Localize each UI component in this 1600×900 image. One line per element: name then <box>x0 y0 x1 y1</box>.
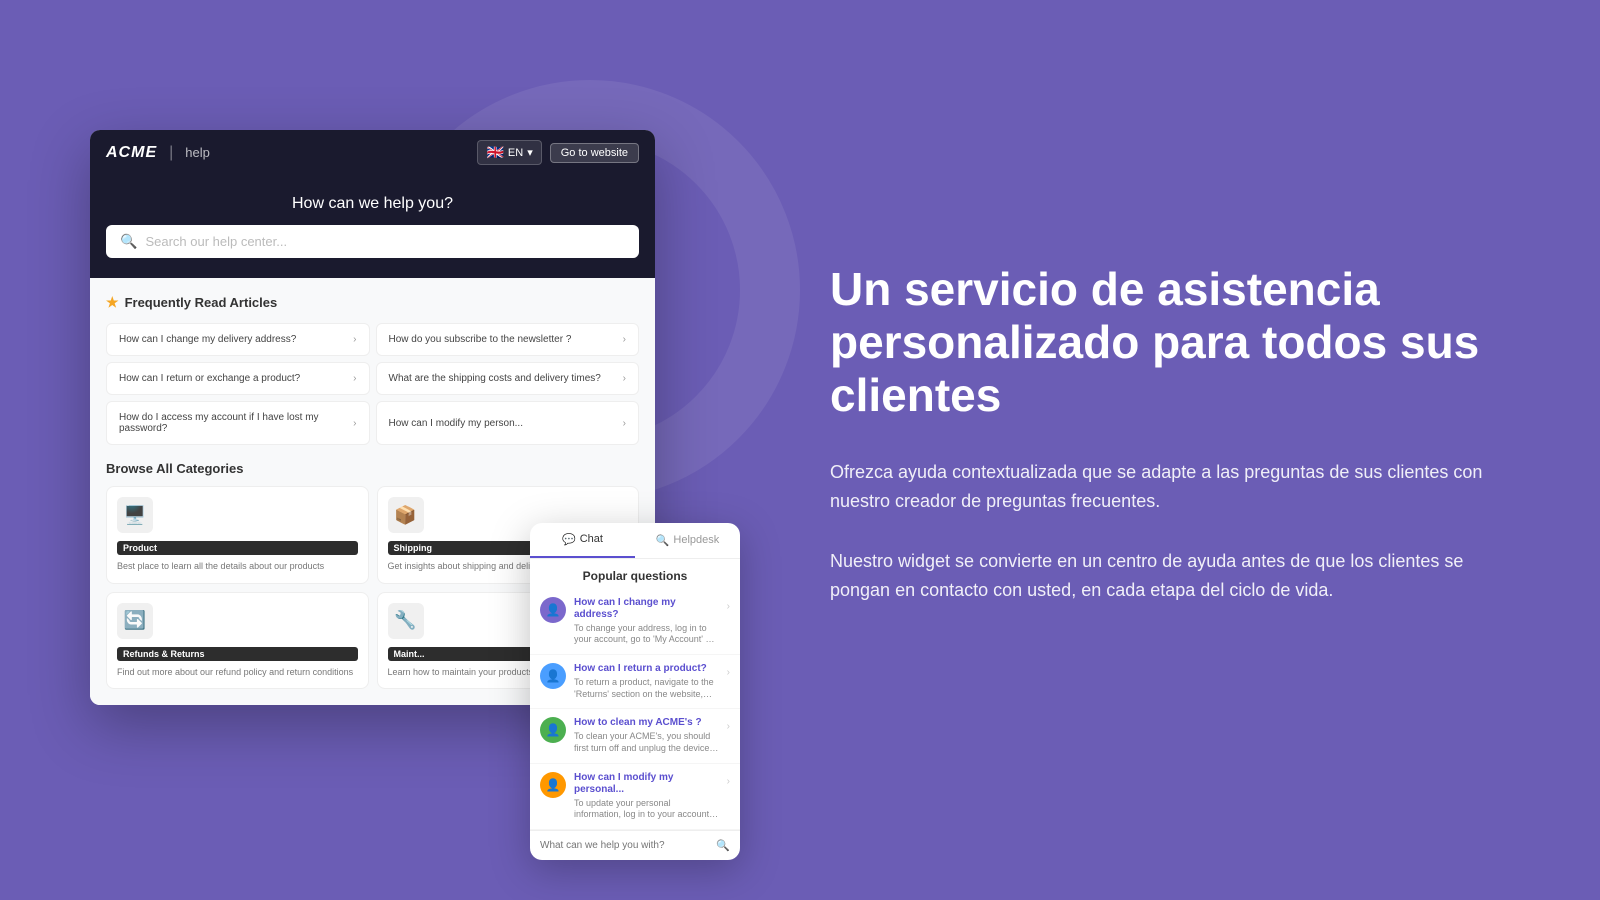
header-right: 🇬🇧 EN ▾ Go to website <box>477 140 639 165</box>
chat-item-content-1: How can I return a product? To return a … <box>574 663 719 700</box>
browser-logo: ACME | help <box>106 144 210 162</box>
chat-item-3[interactable]: 👤 How can I modify my personal... To upd… <box>530 764 740 830</box>
faq-arrow-5: › <box>623 418 626 429</box>
faq-item-0[interactable]: How can I change my delivery address? › <box>106 323 370 356</box>
chat-arrow-0: › <box>727 601 730 612</box>
go-website-button[interactable]: Go to website <box>550 143 639 163</box>
chat-widget: 💬 Chat 🔍 Helpdesk Popular questions 👤 Ho… <box>530 523 740 861</box>
tab-helpdesk-label: Helpdesk <box>673 534 719 546</box>
faq-section-title: ★ Frequently Read Articles <box>106 294 639 311</box>
category-badge-2: Refunds & Returns <box>117 647 358 661</box>
acme-logo: ACME <box>106 144 157 162</box>
tab-helpdesk[interactable]: 🔍 Helpdesk <box>635 523 740 558</box>
faq-text-0: How can I change my delivery address? <box>119 334 296 345</box>
faq-item-5[interactable]: How can I modify my person... › <box>376 401 640 445</box>
chat-icon: 💬 <box>562 533 576 546</box>
lang-label: EN <box>508 147 523 159</box>
faq-text-3: What are the shipping costs and delivery… <box>389 373 601 384</box>
search-placeholder: Search our help center... <box>145 234 287 249</box>
chat-item-content-2: How to clean my ACME's ? To clean your A… <box>574 717 719 754</box>
search-bar[interactable]: 🔍 Search our help center... <box>106 225 639 258</box>
category-desc-2: Find out more about our refund policy an… <box>117 667 358 679</box>
main-heading: Un servicio de asistencia personalizado … <box>830 263 1520 422</box>
right-panel: Un servicio de asistencia personalizado … <box>750 203 1600 697</box>
faq-arrow-0: › <box>353 334 356 345</box>
faq-arrow-4: › <box>353 418 356 429</box>
left-panel: ACME | help 🇬🇧 EN ▾ Go to website How ca… <box>0 0 750 900</box>
chat-item-title-0: How can I change my address? <box>574 597 719 621</box>
chevron-down-icon: ▾ <box>527 146 533 159</box>
chat-arrow-3: › <box>727 776 730 787</box>
avatar-2: 👤 <box>540 717 566 743</box>
avatar-1: 👤 <box>540 663 566 689</box>
faq-title-label: Frequently Read Articles <box>125 295 278 310</box>
chat-item-desc-1: To return a product, navigate to the 'Re… <box>574 677 719 700</box>
category-badge-0: Product <box>117 541 358 555</box>
chat-search-icon: 🔍 <box>716 839 730 852</box>
faq-grid: How can I change my delivery address? › … <box>106 323 639 445</box>
faq-arrow-2: › <box>353 373 356 384</box>
tab-chat-label: Chat <box>580 533 603 545</box>
avatar-3: 👤 <box>540 772 566 798</box>
avatar-0: 👤 <box>540 597 566 623</box>
category-icon-0: 🖥️ <box>117 497 153 533</box>
category-icon-1: 📦 <box>388 497 424 533</box>
faq-text-5: How can I modify my person... <box>389 418 524 429</box>
faq-item-3[interactable]: What are the shipping costs and delivery… <box>376 362 640 395</box>
category-card-2[interactable]: 🔄 Refunds & Returns Find out more about … <box>106 592 369 690</box>
categories-title: Browse All Categories <box>106 461 639 476</box>
faq-text-1: How do you subscribe to the newsletter ? <box>389 334 572 345</box>
chat-search-input[interactable] <box>540 840 710 851</box>
faq-item-4[interactable]: How do I access my account if I have los… <box>106 401 370 445</box>
chat-item-title-1: How can I return a product? <box>574 663 719 675</box>
help-label: help <box>185 145 210 160</box>
chat-item-2[interactable]: 👤 How to clean my ACME's ? To clean your… <box>530 709 740 763</box>
faq-text-4: How do I access my account if I have los… <box>119 412 353 434</box>
hero-title: How can we help you? <box>106 195 639 213</box>
faq-item-2[interactable]: How can I return or exchange a product? … <box>106 362 370 395</box>
category-icon-3: 🔧 <box>388 603 424 639</box>
faq-text-2: How can I return or exchange a product? <box>119 373 300 384</box>
faq-arrow-3: › <box>623 373 626 384</box>
category-card-0[interactable]: 🖥️ Product Best place to learn all the d… <box>106 486 369 584</box>
chat-item-title-2: How to clean my ACME's ? <box>574 717 719 729</box>
category-desc-0: Best place to learn all the details abou… <box>117 561 358 573</box>
logo-divider: | <box>169 144 173 162</box>
chat-arrow-2: › <box>727 721 730 732</box>
chat-item-desc-0: To change your address, log in to your a… <box>574 623 719 646</box>
popular-questions-header: Popular questions <box>530 559 740 589</box>
chat-item-content-0: How can I change my address? To change y… <box>574 597 719 646</box>
chat-item-1[interactable]: 👤 How can I return a product? To return … <box>530 655 740 709</box>
chat-item-title-3: How can I modify my personal... <box>574 772 719 796</box>
paragraph-2: Nuestro widget se convierte en un centro… <box>830 547 1520 605</box>
faq-item-1[interactable]: How do you subscribe to the newsletter ?… <box>376 323 640 356</box>
chat-item-content-3: How can I modify my personal... To updat… <box>574 772 719 821</box>
tab-chat[interactable]: 💬 Chat <box>530 523 635 558</box>
hero-section: How can we help you? 🔍 Search our help c… <box>90 175 655 278</box>
faq-arrow-1: › <box>623 334 626 345</box>
flag-icon: 🇬🇧 <box>486 144 503 161</box>
helpdesk-icon: 🔍 <box>656 534 670 547</box>
chat-item-desc-3: To update your personal information, log… <box>574 798 719 821</box>
chat-input-area[interactable]: 🔍 <box>530 830 740 860</box>
chat-tabs: 💬 Chat 🔍 Helpdesk <box>530 523 740 559</box>
star-icon: ★ <box>106 294 119 311</box>
language-selector[interactable]: 🇬🇧 EN ▾ <box>477 140 541 165</box>
search-icon: 🔍 <box>120 233 137 250</box>
chat-arrow-1: › <box>727 667 730 678</box>
chat-item-desc-2: To clean your ACME's, you should first t… <box>574 731 719 754</box>
paragraph-1: Ofrezca ayuda contextualizada que se ada… <box>830 458 1520 516</box>
browser-header: ACME | help 🇬🇧 EN ▾ Go to website <box>90 130 655 175</box>
chat-item-0[interactable]: 👤 How can I change my address? To change… <box>530 589 740 655</box>
category-icon-2: 🔄 <box>117 603 153 639</box>
